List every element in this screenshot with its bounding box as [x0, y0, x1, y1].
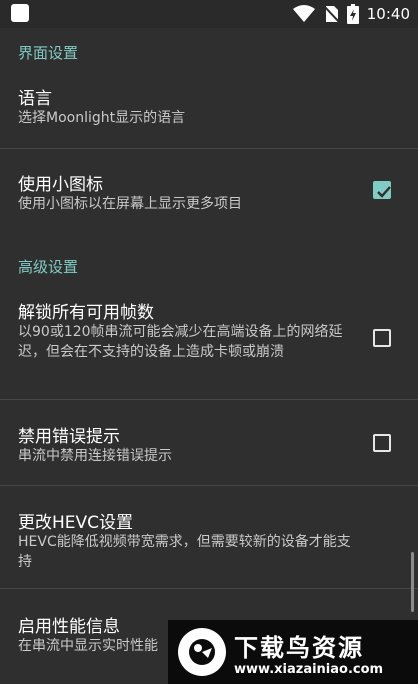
pref-summary: HEVC能降低视频带宽需求，但需要较新的设备才能支持: [18, 534, 351, 570]
pref-unlock-fps[interactable]: 解锁所有可用帧数 以90或120帧串流可能会减少在高端设备上的网络延迟，但会在不…: [0, 288, 418, 398]
pref-small-icons[interactable]: 使用小图标 使用小图标以在屏幕上显示更多项目: [0, 150, 418, 226]
pref-title: 使用小图标: [18, 175, 103, 195]
section-header-ui: 界面设置: [18, 44, 79, 62]
status-bar: 10:40: [0, 0, 418, 28]
bird-logo-icon: [178, 628, 226, 676]
pref-title: 解锁所有可用帧数: [18, 303, 154, 323]
app-notification-icon: [11, 4, 29, 22]
watermark-url: www.xiazainiao.com: [234, 662, 384, 677]
divider: [0, 485, 418, 486]
status-icons: 10:40: [292, 4, 410, 24]
pref-title: 禁用错误提示: [18, 427, 120, 447]
pref-title: 启用性能信息: [18, 617, 120, 637]
pref-hevc[interactable]: 更改HEVC设置 HEVC能降低视频带宽需求，但需要较新的设备才能支持: [0, 488, 418, 584]
pref-summary: 串流中禁用连接错误提示: [18, 448, 172, 464]
check-icon: [377, 186, 391, 198]
scrollbar[interactable]: [411, 552, 414, 612]
battery-charging-icon: [346, 4, 359, 24]
no-sim-icon: [323, 5, 339, 23]
divider: [0, 148, 418, 149]
wifi-icon: [292, 5, 315, 22]
pref-summary: 以90或120帧串流可能会减少在高端设备上的网络延迟，但会在不支持的设备上造成卡…: [18, 324, 343, 360]
divider: [0, 399, 418, 400]
pref-title: 语言: [18, 89, 52, 109]
pref-language[interactable]: 语言 选择Moonlight显示的语言: [0, 72, 418, 146]
watermark-title: 下载鸟资源: [234, 634, 364, 662]
clock: 10:40: [366, 5, 410, 23]
pref-summary: 使用小图标以在屏幕上显示更多项目: [18, 196, 242, 212]
divider: [0, 588, 418, 589]
unlock-fps-checkbox[interactable]: [373, 329, 391, 347]
section-header-advanced: 高级设置: [18, 258, 79, 276]
pref-summary: 选择Moonlight显示的语言: [18, 110, 186, 126]
disable-errors-checkbox[interactable]: [373, 434, 391, 452]
small-icons-checkbox[interactable]: [373, 181, 391, 199]
pref-title: 更改HEVC设置: [18, 513, 134, 533]
watermark-banner: 下载鸟资源 www.xiazainiao.com: [168, 620, 418, 684]
pref-disable-errors[interactable]: 禁用错误提示 串流中禁用连接错误提示: [0, 402, 418, 484]
